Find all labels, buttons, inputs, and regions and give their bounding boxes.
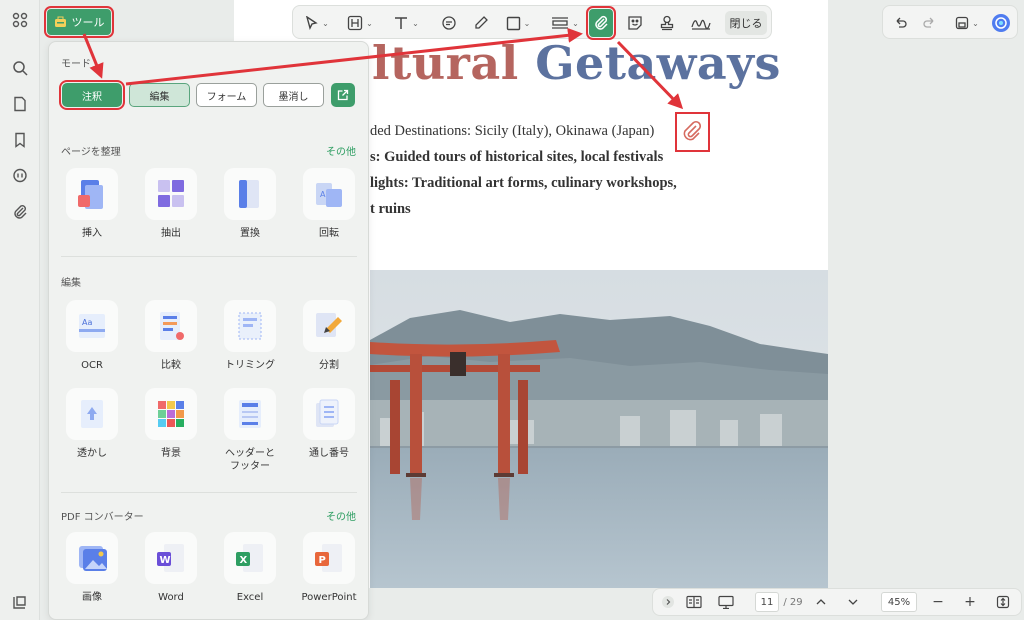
annotation-arrows (82, 27, 684, 110)
